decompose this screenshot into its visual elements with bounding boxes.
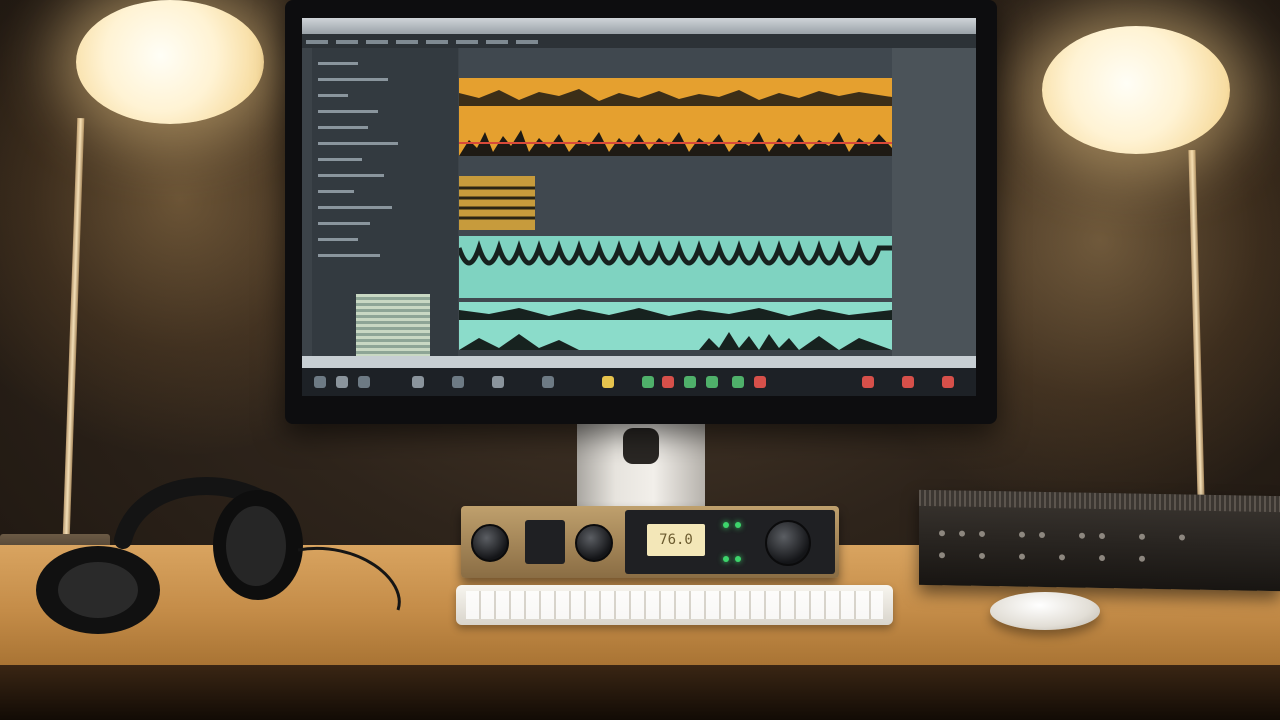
status-led-3 [723, 556, 729, 562]
volume-knob [765, 520, 811, 566]
rack-vents [919, 489, 1280, 513]
transport-dock [302, 368, 976, 396]
rack-unit [919, 489, 1280, 592]
headphone-cable [297, 547, 401, 611]
track-area [459, 48, 892, 350]
waveforms [459, 78, 892, 350]
menu-bar [302, 34, 976, 48]
keyboard-keys [466, 591, 883, 619]
daw-screen [302, 18, 976, 396]
inspector-panel [892, 48, 976, 356]
status-led-2 [735, 522, 741, 528]
studio-scene: 76.0 [0, 0, 1280, 720]
interface-display: 76.0 [647, 524, 705, 556]
cable-hole [623, 428, 659, 464]
input-jacks [525, 520, 565, 564]
mouse [990, 592, 1100, 630]
headphones [36, 477, 401, 634]
desk-lamp-right [1042, 26, 1230, 154]
status-led-1 [723, 522, 729, 528]
gain-knob-2 [575, 524, 613, 562]
window-titlebar [302, 18, 976, 34]
audio-interface: 76.0 [461, 506, 839, 578]
mixer-panel [312, 48, 458, 382]
waveform-track-2 [459, 236, 892, 298]
desk-lamp-left [76, 0, 264, 124]
status-bar [302, 356, 976, 368]
status-led-4 [735, 556, 741, 562]
desk-edge [0, 665, 1280, 720]
waveform-clip [459, 176, 535, 230]
gain-knob-1 [471, 524, 509, 562]
keyboard [456, 585, 893, 625]
